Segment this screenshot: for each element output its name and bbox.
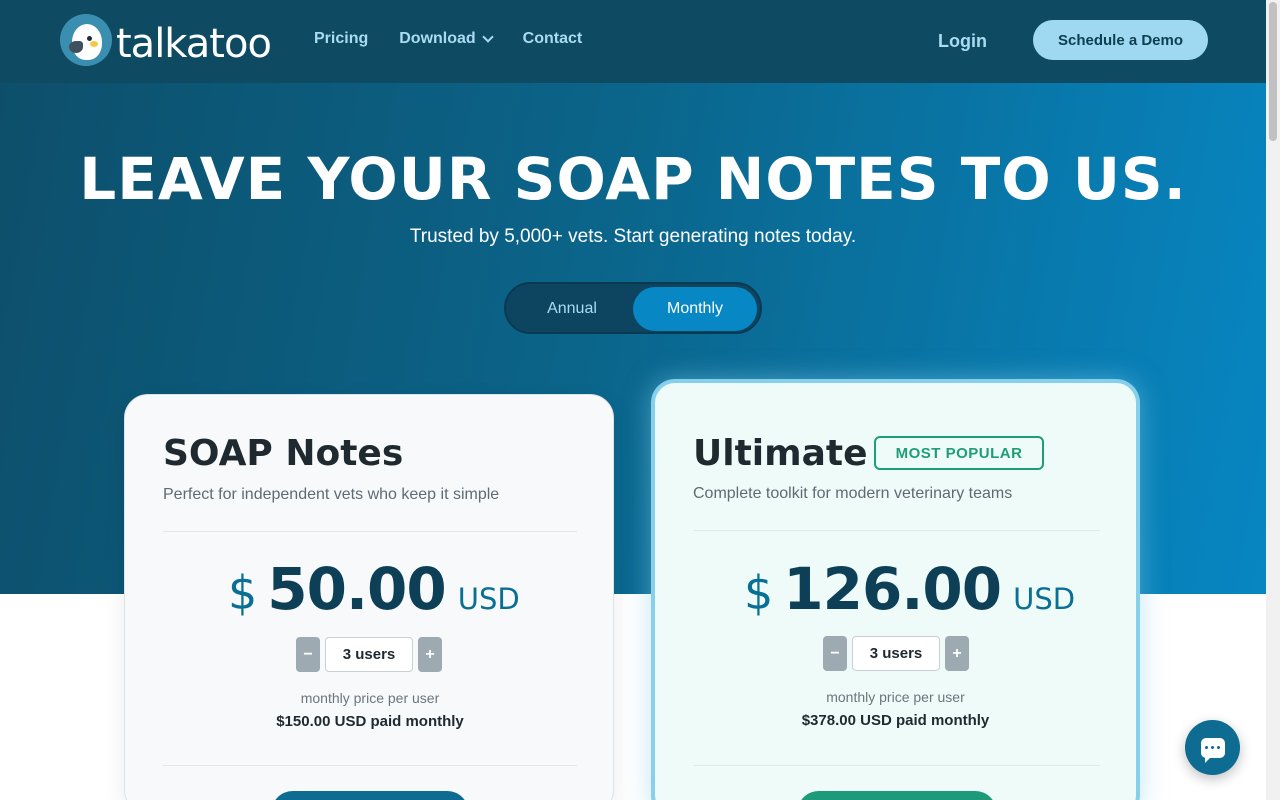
billing-toggle: Annual Monthly (504, 282, 762, 334)
increase-users-button[interactable]: + (945, 636, 969, 671)
decrease-users-button[interactable]: − (823, 636, 847, 671)
currency-symbol: $ (228, 566, 258, 620)
currency-code: USD (1013, 582, 1076, 616)
divider (693, 765, 1100, 766)
chat-widget-button[interactable] (1185, 720, 1240, 775)
per-user-label: monthly price per user (300, 690, 440, 706)
price-amount: 126.00 (783, 555, 1002, 623)
user-quantity-stepper: − 3 users + (823, 636, 969, 671)
divider (163, 531, 577, 532)
total-paid: $378.00 USD paid monthly (801, 712, 990, 729)
top-nav: talkatoo Pricing Download Contact Login … (0, 0, 1266, 83)
scrollbar-thumb[interactable] (1269, 2, 1277, 141)
plan-name: Ultimate (693, 433, 868, 474)
users-input[interactable]: 3 users (852, 636, 940, 671)
billing-option-annual[interactable]: Annual (510, 287, 634, 331)
decrease-users-button[interactable]: − (296, 637, 320, 672)
brand-logo[interactable]: talkatoo (60, 12, 272, 68)
hero-title: LEAVE YOUR SOAP NOTES TO US. (79, 145, 1187, 213)
schedule-demo-button[interactable]: Schedule a Demo (1033, 20, 1208, 60)
per-user-label: monthly price per user (826, 689, 965, 705)
plan-description: Complete toolkit for modern veterinary t… (693, 485, 1013, 502)
divider (693, 530, 1100, 531)
nav-link-download[interactable]: Download (399, 30, 494, 48)
hero-subtitle: Trusted by 5,000+ vets. Start generating… (409, 226, 857, 247)
price-amount: 50.00 (267, 555, 446, 623)
login-link[interactable]: Login (938, 31, 987, 52)
billing-option-monthly[interactable]: Monthly (633, 287, 757, 331)
plan-cta-button[interactable] (271, 791, 469, 800)
nav-link-label: Pricing (314, 30, 369, 47)
plan-card-soap-notes: SOAP Notes Perfect for independent vets … (124, 394, 614, 800)
plan-cta-button[interactable] (797, 791, 997, 800)
user-quantity-stepper: − 3 users + (296, 637, 442, 672)
plan-name: SOAP Notes (163, 433, 404, 474)
page-scrollbar[interactable] (1266, 0, 1280, 800)
divider (163, 765, 577, 766)
currency-code: USD (457, 582, 520, 616)
plan-card-ultimate: Ultimate MOST POPULAR Complete toolkit f… (651, 379, 1140, 800)
currency-symbol: $ (744, 566, 774, 620)
chat-icon (1200, 737, 1225, 763)
increase-users-button[interactable]: + (418, 637, 442, 672)
plan-description: Perfect for independent vets who keep it… (163, 486, 500, 503)
cockatoo-logo-icon (60, 14, 112, 66)
nav-link-label: Contact (522, 30, 583, 47)
nav-link-label: Download (399, 30, 476, 47)
plan-price: $ 50.00 USD (228, 555, 520, 623)
nav-links: Pricing Download Contact (314, 30, 582, 48)
nav-link-contact[interactable]: Contact (523, 30, 583, 48)
plan-price: $ 126.00 USD (744, 555, 1075, 623)
nav-link-pricing[interactable]: Pricing (314, 30, 368, 48)
most-popular-badge: MOST POPULAR (874, 436, 1044, 470)
brand-name: talkatoo (116, 21, 272, 67)
total-paid: $150.00 USD paid monthly (276, 713, 464, 730)
chevron-down-icon (482, 31, 494, 43)
users-input[interactable]: 3 users (325, 637, 413, 672)
